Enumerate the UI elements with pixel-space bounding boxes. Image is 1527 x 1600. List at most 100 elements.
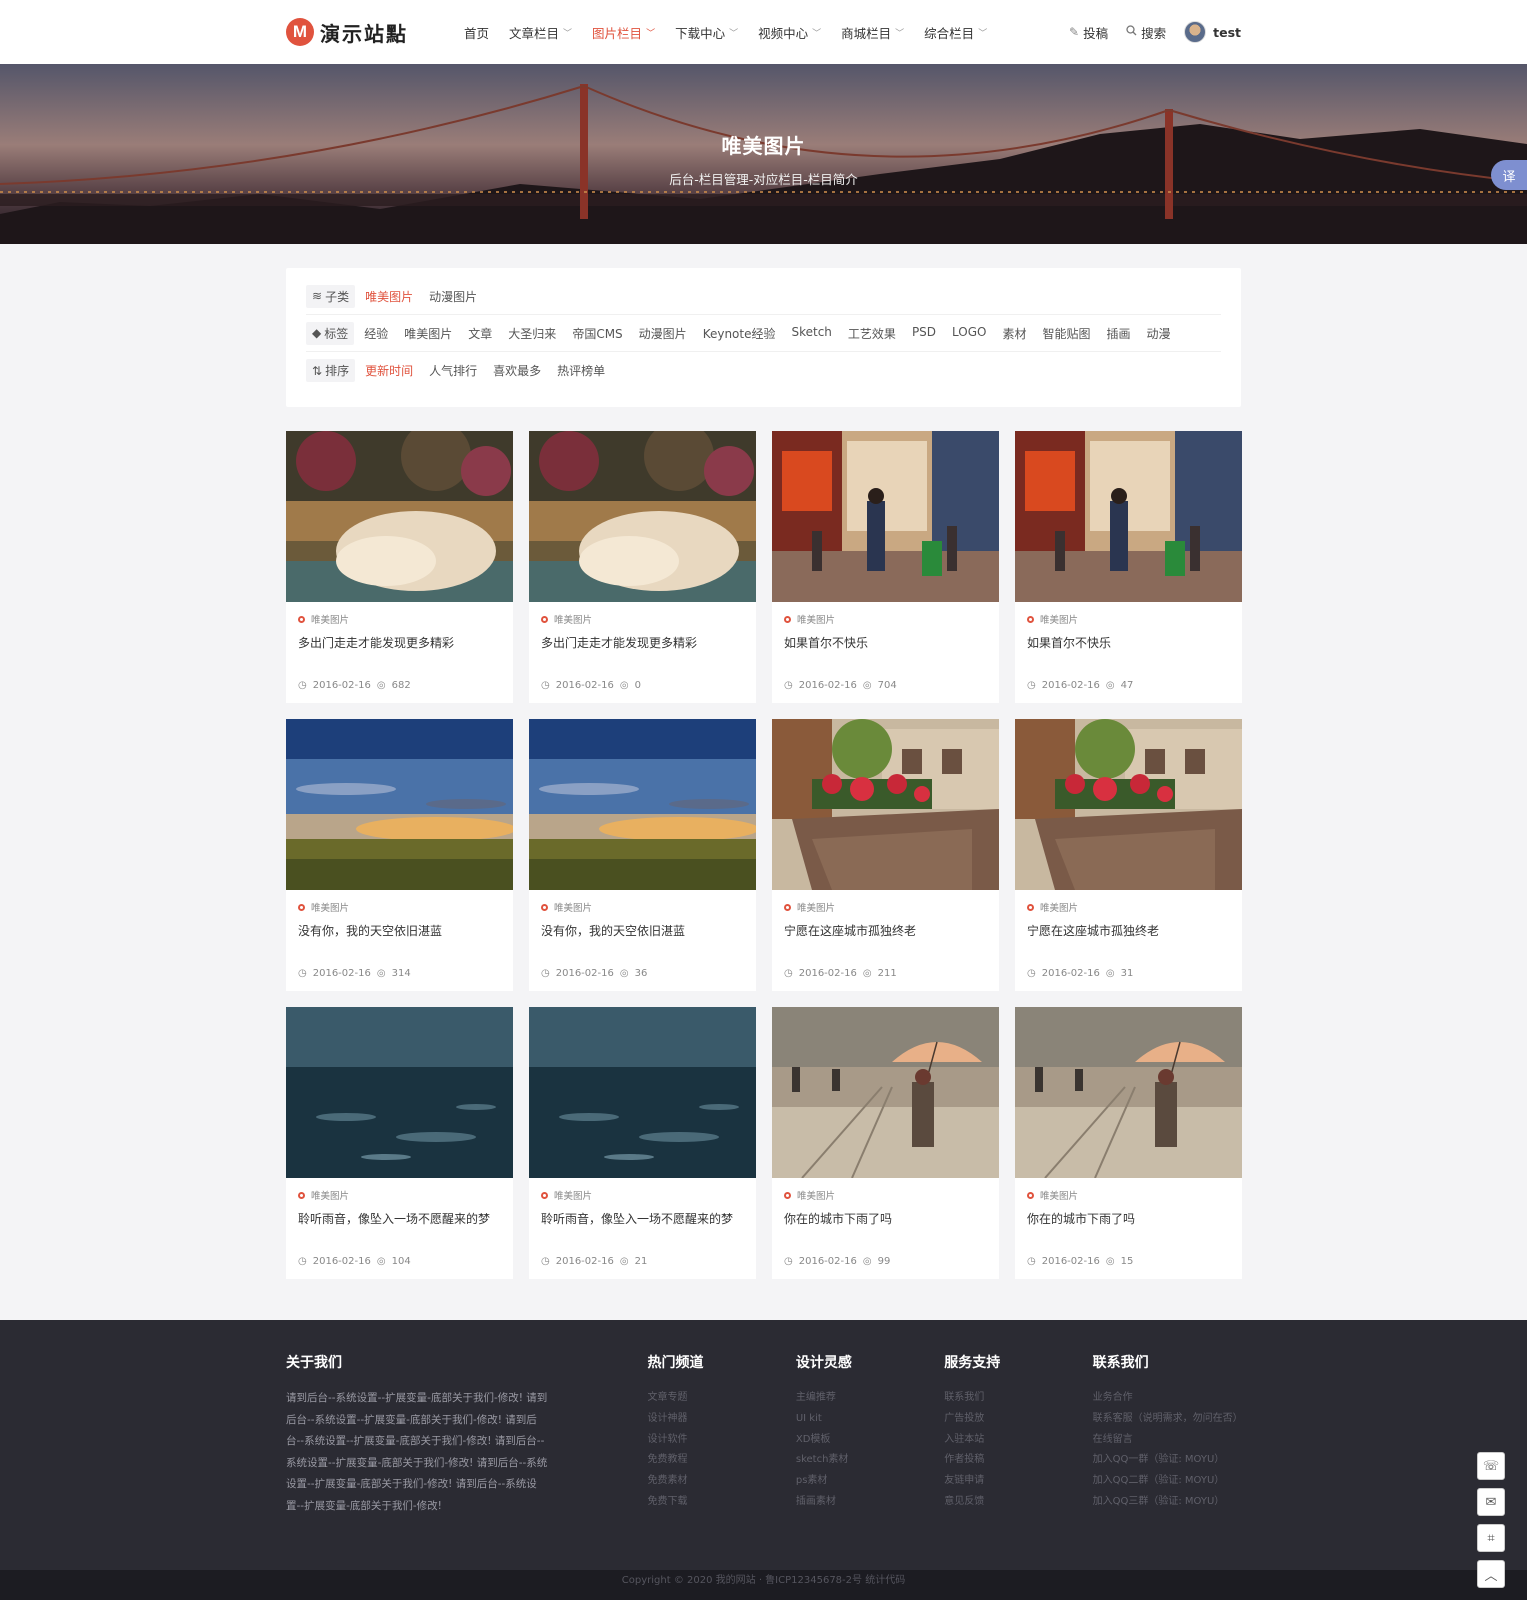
tag-item[interactable]: 唯美图片 — [404, 325, 452, 342]
footer-link[interactable]: ps素材 — [796, 1471, 944, 1492]
card-category[interactable]: 唯美图片 — [1027, 900, 1230, 914]
nav-item[interactable]: 文章栏目 ﹀ — [499, 23, 582, 42]
footer-link[interactable]: 入驻本站 — [944, 1430, 1092, 1451]
image-card[interactable]: 唯美图片 多出门走走才能发现更多精彩 ◷ 2016-02-16 ◎ 682 — [286, 431, 513, 703]
tag-item[interactable]: 经验 — [364, 325, 388, 342]
translate-button[interactable]: 译 — [1491, 160, 1527, 190]
card-category[interactable]: 唯美图片 — [541, 612, 744, 626]
image-card[interactable]: 唯美图片 宁愿在这座城市孤独终老 ◷ 2016-02-16 ◎ 211 — [772, 719, 999, 991]
footer-link[interactable]: 免费教程 — [647, 1450, 795, 1471]
tag-item[interactable]: Sketch — [791, 325, 831, 342]
nav-item[interactable]: 下载中心 ﹀ — [665, 23, 748, 42]
footer-link[interactable]: 加入QQ一群（验证: MOYU） — [1093, 1450, 1241, 1471]
card-category[interactable]: 唯美图片 — [784, 612, 987, 626]
footer-link[interactable]: 友链申请 — [944, 1471, 1092, 1492]
scan-icon[interactable]: ⌗ — [1477, 1524, 1505, 1552]
qq-icon[interactable]: ☏ — [1477, 1452, 1505, 1480]
tag-item[interactable]: 动漫图片 — [639, 325, 687, 342]
card-thumbnail[interactable] — [1015, 431, 1242, 602]
image-card[interactable]: 唯美图片 如果首尔不快乐 ◷ 2016-02-16 ◎ 47 — [1015, 431, 1242, 703]
nav-item[interactable]: 综合栏目 ﹀ — [914, 23, 997, 42]
sort-item[interactable]: 人气排行 — [429, 362, 477, 379]
footer-link[interactable]: 主编推荐 — [796, 1388, 944, 1409]
card-title[interactable]: 聆听雨音，像坠入一场不愿醒来的梦 — [298, 1210, 501, 1227]
site-logo[interactable]: M 演示站點 — [286, 18, 454, 47]
card-thumbnail[interactable] — [286, 431, 513, 602]
card-title[interactable]: 如果首尔不快乐 — [784, 634, 987, 651]
card-title[interactable]: 你在的城市下雨了吗 — [784, 1210, 987, 1227]
tag-item[interactable]: 文章 — [468, 325, 492, 342]
image-card[interactable]: 唯美图片 你在的城市下雨了吗 ◷ 2016-02-16 ◎ 99 — [772, 1007, 999, 1279]
footer-link[interactable]: 设计软件 — [647, 1430, 795, 1451]
back-to-top-icon[interactable]: ︿ — [1477, 1560, 1505, 1588]
sort-item[interactable]: 喜欢最多 — [493, 362, 541, 379]
footer-link[interactable]: 在线留言 — [1093, 1430, 1241, 1451]
image-card[interactable]: 唯美图片 聆听雨音，像坠入一场不愿醒来的梦 ◷ 2016-02-16 ◎ 104 — [286, 1007, 513, 1279]
footer-link[interactable]: XD模板 — [796, 1430, 944, 1451]
submit-link[interactable]: ✎ 投稿 — [1069, 23, 1108, 42]
tag-item[interactable]: 帝国CMS — [572, 325, 622, 342]
card-title[interactable]: 聆听雨音，像坠入一场不愿醒来的梦 — [541, 1210, 744, 1227]
nav-item[interactable]: 图片栏目 ﹀ — [582, 23, 665, 42]
tag-item[interactable]: 工艺效果 — [848, 325, 896, 342]
footer-link[interactable]: 设计神器 — [647, 1409, 795, 1430]
card-thumbnail[interactable] — [529, 431, 756, 602]
tag-item[interactable]: 智能贴图 — [1043, 325, 1091, 342]
tag-item[interactable]: 大圣归来 — [508, 325, 556, 342]
card-category[interactable]: 唯美图片 — [784, 1188, 987, 1202]
tag-item[interactable]: 动漫 — [1147, 325, 1171, 342]
card-title[interactable]: 没有你，我的天空依旧湛蓝 — [298, 922, 501, 939]
card-category[interactable]: 唯美图片 — [541, 1188, 744, 1202]
footer-link[interactable]: 加入QQ二群（验证: MOYU） — [1093, 1471, 1241, 1492]
wechat-icon[interactable]: ✉ — [1477, 1488, 1505, 1516]
card-thumbnail[interactable] — [529, 1007, 756, 1178]
footer-link[interactable]: 免费下载 — [647, 1492, 795, 1513]
sort-item[interactable]: 热评榜单 — [557, 362, 605, 379]
image-card[interactable]: 唯美图片 多出门走走才能发现更多精彩 ◷ 2016-02-16 ◎ 0 — [529, 431, 756, 703]
image-card[interactable]: 唯美图片 宁愿在这座城市孤独终老 ◷ 2016-02-16 ◎ 31 — [1015, 719, 1242, 991]
sort-item[interactable]: 更新时间 — [365, 362, 413, 379]
card-category[interactable]: 唯美图片 — [1027, 1188, 1230, 1202]
tag-item[interactable]: Keynote经验 — [703, 325, 776, 342]
footer-link[interactable]: 免费素材 — [647, 1471, 795, 1492]
card-thumbnail[interactable] — [772, 719, 999, 890]
footer-link[interactable]: 作者投稿 — [944, 1450, 1092, 1471]
card-category[interactable]: 唯美图片 — [298, 612, 501, 626]
image-card[interactable]: 唯美图片 你在的城市下雨了吗 ◷ 2016-02-16 ◎ 15 — [1015, 1007, 1242, 1279]
search-link[interactable]: 搜索 — [1126, 23, 1166, 42]
subcat-item[interactable]: 唯美图片 — [365, 288, 413, 305]
nav-item[interactable]: 视频中心 ﹀ — [748, 23, 831, 42]
image-card[interactable]: 唯美图片 聆听雨音，像坠入一场不愿醒来的梦 ◷ 2016-02-16 ◎ 21 — [529, 1007, 756, 1279]
tag-item[interactable]: 素材 — [1002, 325, 1026, 342]
card-category[interactable]: 唯美图片 — [298, 900, 501, 914]
card-category[interactable]: 唯美图片 — [541, 900, 744, 914]
tag-item[interactable]: 插画 — [1107, 325, 1131, 342]
card-category[interactable]: 唯美图片 — [784, 900, 987, 914]
card-category[interactable]: 唯美图片 — [1027, 612, 1230, 626]
image-card[interactable]: 唯美图片 如果首尔不快乐 ◷ 2016-02-16 ◎ 704 — [772, 431, 999, 703]
footer-link[interactable]: 插画素材 — [796, 1492, 944, 1513]
nav-item[interactable]: 商城栏目 ﹀ — [831, 23, 914, 42]
footer-link[interactable]: 意见反馈 — [944, 1492, 1092, 1513]
image-card[interactable]: 唯美图片 没有你，我的天空依旧湛蓝 ◷ 2016-02-16 ◎ 314 — [286, 719, 513, 991]
card-thumbnail[interactable] — [772, 1007, 999, 1178]
card-title[interactable]: 没有你，我的天空依旧湛蓝 — [541, 922, 744, 939]
nav-item[interactable]: 首页 — [454, 23, 499, 42]
card-thumbnail[interactable] — [772, 431, 999, 602]
card-category[interactable]: 唯美图片 — [298, 1188, 501, 1202]
footer-link[interactable]: 联系我们 — [944, 1388, 1092, 1409]
card-title[interactable]: 多出门走走才能发现更多精彩 — [541, 634, 744, 651]
subcat-item[interactable]: 动漫图片 — [429, 288, 477, 305]
footer-link[interactable]: 业务合作 — [1093, 1388, 1241, 1409]
user-menu[interactable]: test — [1184, 21, 1241, 43]
tag-item[interactable]: LOGO — [952, 325, 986, 342]
card-thumbnail[interactable] — [1015, 719, 1242, 890]
footer-link[interactable]: 加入QQ三群（验证: MOYU） — [1093, 1492, 1241, 1513]
image-card[interactable]: 唯美图片 没有你，我的天空依旧湛蓝 ◷ 2016-02-16 ◎ 36 — [529, 719, 756, 991]
tag-item[interactable]: PSD — [912, 325, 936, 342]
card-thumbnail[interactable] — [1015, 1007, 1242, 1178]
card-title[interactable]: 多出门走走才能发现更多精彩 — [298, 634, 501, 651]
footer-link[interactable]: 联系客服（说明需求，勿问在否） — [1093, 1409, 1243, 1430]
card-thumbnail[interactable] — [529, 719, 756, 890]
card-title[interactable]: 你在的城市下雨了吗 — [1027, 1210, 1230, 1227]
